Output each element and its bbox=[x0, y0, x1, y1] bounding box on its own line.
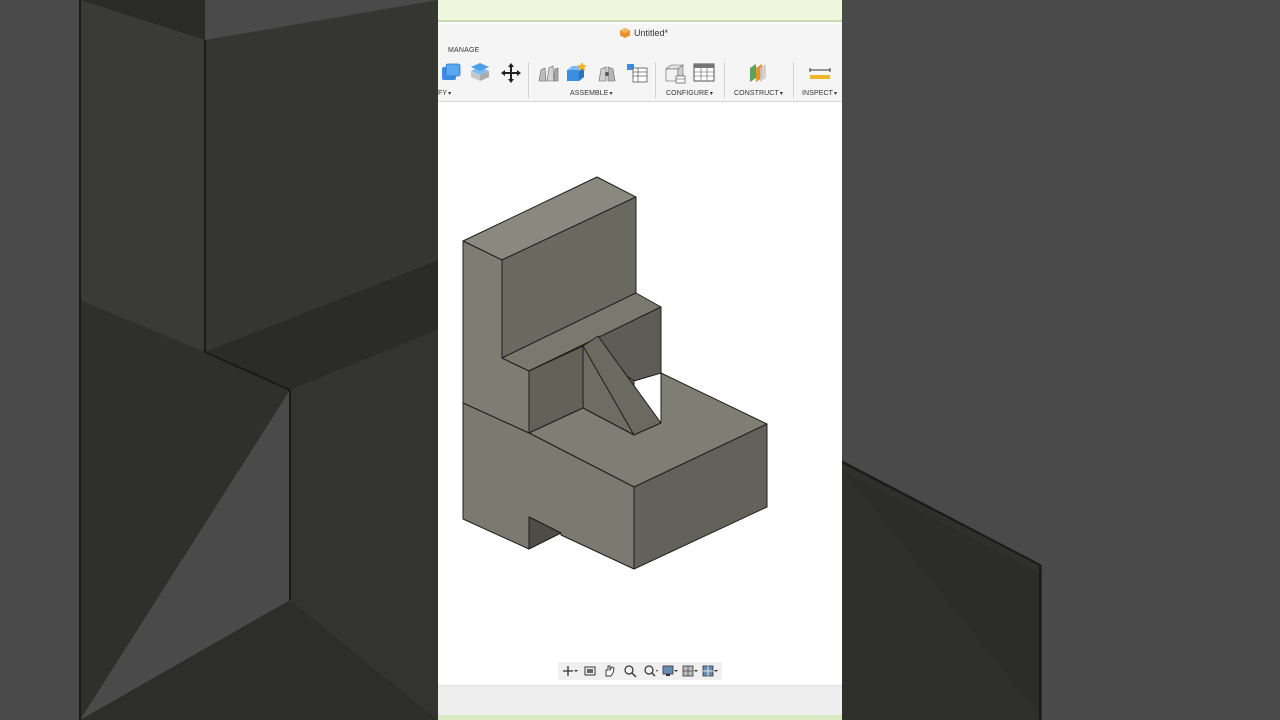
title-bar: Untitled* bbox=[438, 24, 842, 44]
toolbar-separator bbox=[655, 62, 656, 98]
canvas-viewport[interactable] bbox=[438, 103, 842, 685]
grid-settings-icon[interactable] bbox=[682, 664, 698, 678]
group-inspect-label[interactable]: INSPECT▾ bbox=[802, 90, 837, 97]
new-component-icon[interactable] bbox=[564, 62, 588, 84]
joint-icon[interactable] bbox=[536, 62, 560, 84]
orbit-icon[interactable] bbox=[562, 664, 578, 678]
toolbar-separator bbox=[724, 62, 725, 98]
zoom-icon[interactable] bbox=[622, 664, 638, 678]
document-title[interactable]: Untitled* bbox=[620, 28, 668, 38]
pan-icon[interactable] bbox=[602, 664, 618, 678]
screen: Untitled* MANAGE FY▾ ASSEMBLE▾ CONFIGURE… bbox=[0, 0, 1280, 720]
configure-icon[interactable] bbox=[663, 62, 687, 84]
move-icon[interactable] bbox=[499, 62, 523, 84]
measure-icon[interactable] bbox=[808, 62, 832, 84]
background-left-panel bbox=[0, 0, 438, 720]
bill-of-materials-icon[interactable] bbox=[625, 62, 649, 84]
group-configure-label[interactable]: CONFIGURE▾ bbox=[666, 90, 713, 97]
offset-plane-icon[interactable] bbox=[746, 62, 770, 84]
as-built-joint-icon[interactable] bbox=[595, 62, 619, 84]
background-right-panel bbox=[842, 0, 1280, 720]
look-at-icon[interactable] bbox=[582, 664, 598, 678]
tab-manage[interactable]: MANAGE bbox=[448, 47, 480, 54]
fit-icon[interactable] bbox=[642, 664, 658, 678]
navigation-bar bbox=[558, 662, 722, 680]
viewports-icon[interactable] bbox=[702, 664, 718, 678]
3d-model[interactable] bbox=[438, 103, 842, 685]
fusion-app-window: Untitled* MANAGE FY▾ ASSEMBLE▾ CONFIGURE… bbox=[438, 0, 842, 720]
background-right-model bbox=[842, 0, 1280, 720]
group-construct-label[interactable]: CONSTRUCT▾ bbox=[734, 90, 783, 97]
combine-icon[interactable] bbox=[438, 62, 462, 84]
toolbar-separator bbox=[793, 62, 794, 98]
toolbar-separator bbox=[528, 62, 529, 98]
display-settings-icon[interactable] bbox=[662, 664, 678, 678]
document-title-text: Untitled* bbox=[634, 28, 669, 38]
background-left-model bbox=[0, 0, 438, 720]
document-icon bbox=[620, 28, 630, 38]
group-modify-label[interactable]: FY▾ bbox=[438, 90, 451, 97]
ribbon-toolbar: MANAGE FY▾ ASSEMBLE▾ CONFIGURE▾ CONSTRUC… bbox=[438, 44, 842, 102]
configuration-table-icon[interactable] bbox=[692, 62, 716, 84]
top-highlight-strip bbox=[438, 0, 842, 22]
press-pull-icon[interactable] bbox=[468, 62, 492, 84]
group-assemble-label[interactable]: ASSEMBLE▾ bbox=[570, 90, 613, 97]
bottom-highlight-strip bbox=[438, 715, 842, 720]
timeline-bar bbox=[438, 685, 842, 715]
